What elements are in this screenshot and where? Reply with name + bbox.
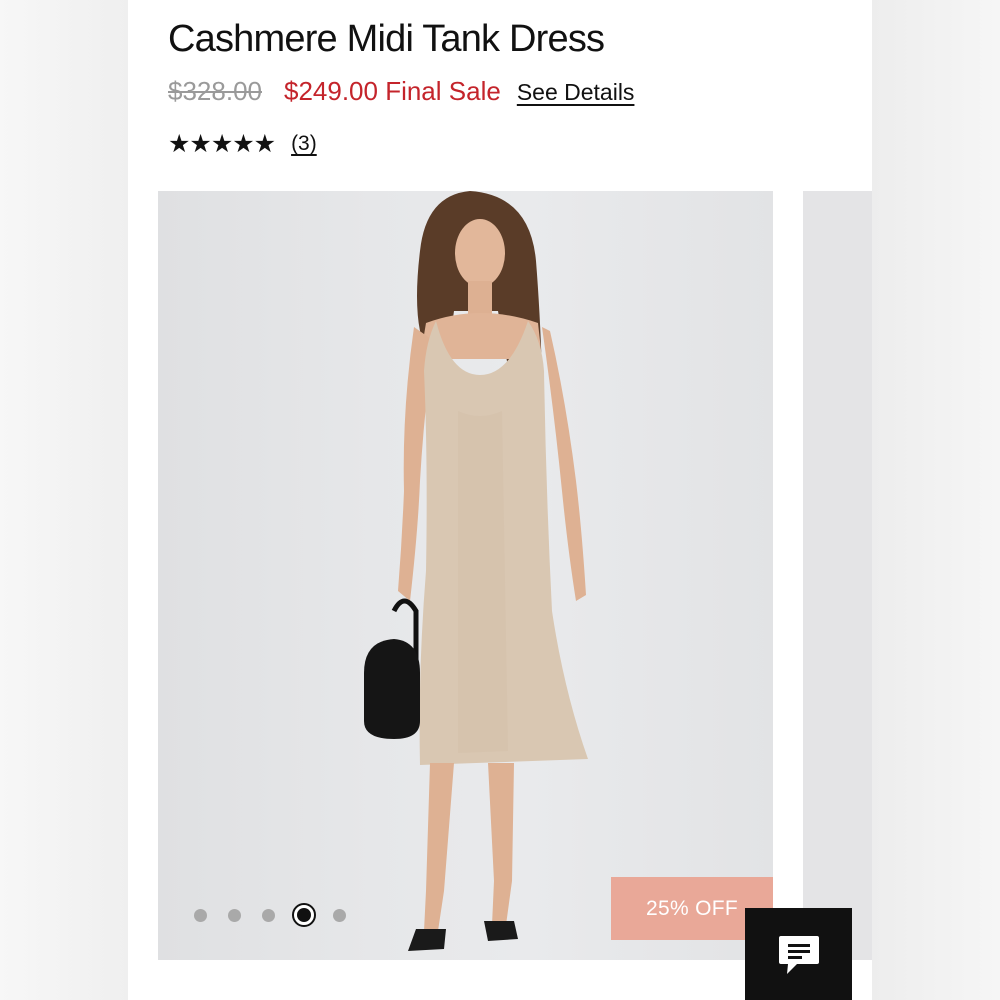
price-row: $328.00 $249.00 Final Sale See Details <box>168 76 634 110</box>
background-right <box>872 0 1000 1000</box>
product-photo <box>364 191 588 951</box>
review-count-link[interactable]: (3) <box>291 132 317 156</box>
carousel-dot-1[interactable] <box>194 908 207 922</box>
chat-bubble-icon <box>778 936 819 974</box>
rating-row: ★★★★★ (3) <box>168 128 317 160</box>
model-neck <box>468 281 492 315</box>
next-slide-preview[interactable] <box>803 191 872 960</box>
carousel-dot-2[interactable] <box>228 908 241 922</box>
product-page: Cashmere Midi Tank Dress $328.00 $249.00… <box>128 0 872 1000</box>
dress-shading <box>458 411 508 753</box>
original-price: $328.00 <box>168 76 262 106</box>
carousel-dot-5[interactable] <box>333 908 346 922</box>
carousel-dot-3[interactable] <box>262 908 275 922</box>
chat-button[interactable] <box>745 908 852 1000</box>
carousel-dots <box>194 903 367 927</box>
carousel-dot-4-active[interactable] <box>292 903 316 927</box>
see-details-link[interactable]: See Details <box>517 79 635 106</box>
product-image-carousel[interactable]: 25% OFF <box>158 191 773 960</box>
background-left <box>0 0 128 1000</box>
product-title: Cashmere Midi Tank Dress <box>168 18 605 60</box>
model-legs <box>424 763 514 931</box>
sale-price: $249.00 Final Sale <box>283 76 501 106</box>
model-face <box>455 219 505 287</box>
star-rating: ★★★★★ <box>168 130 276 158</box>
handbag <box>364 639 420 739</box>
